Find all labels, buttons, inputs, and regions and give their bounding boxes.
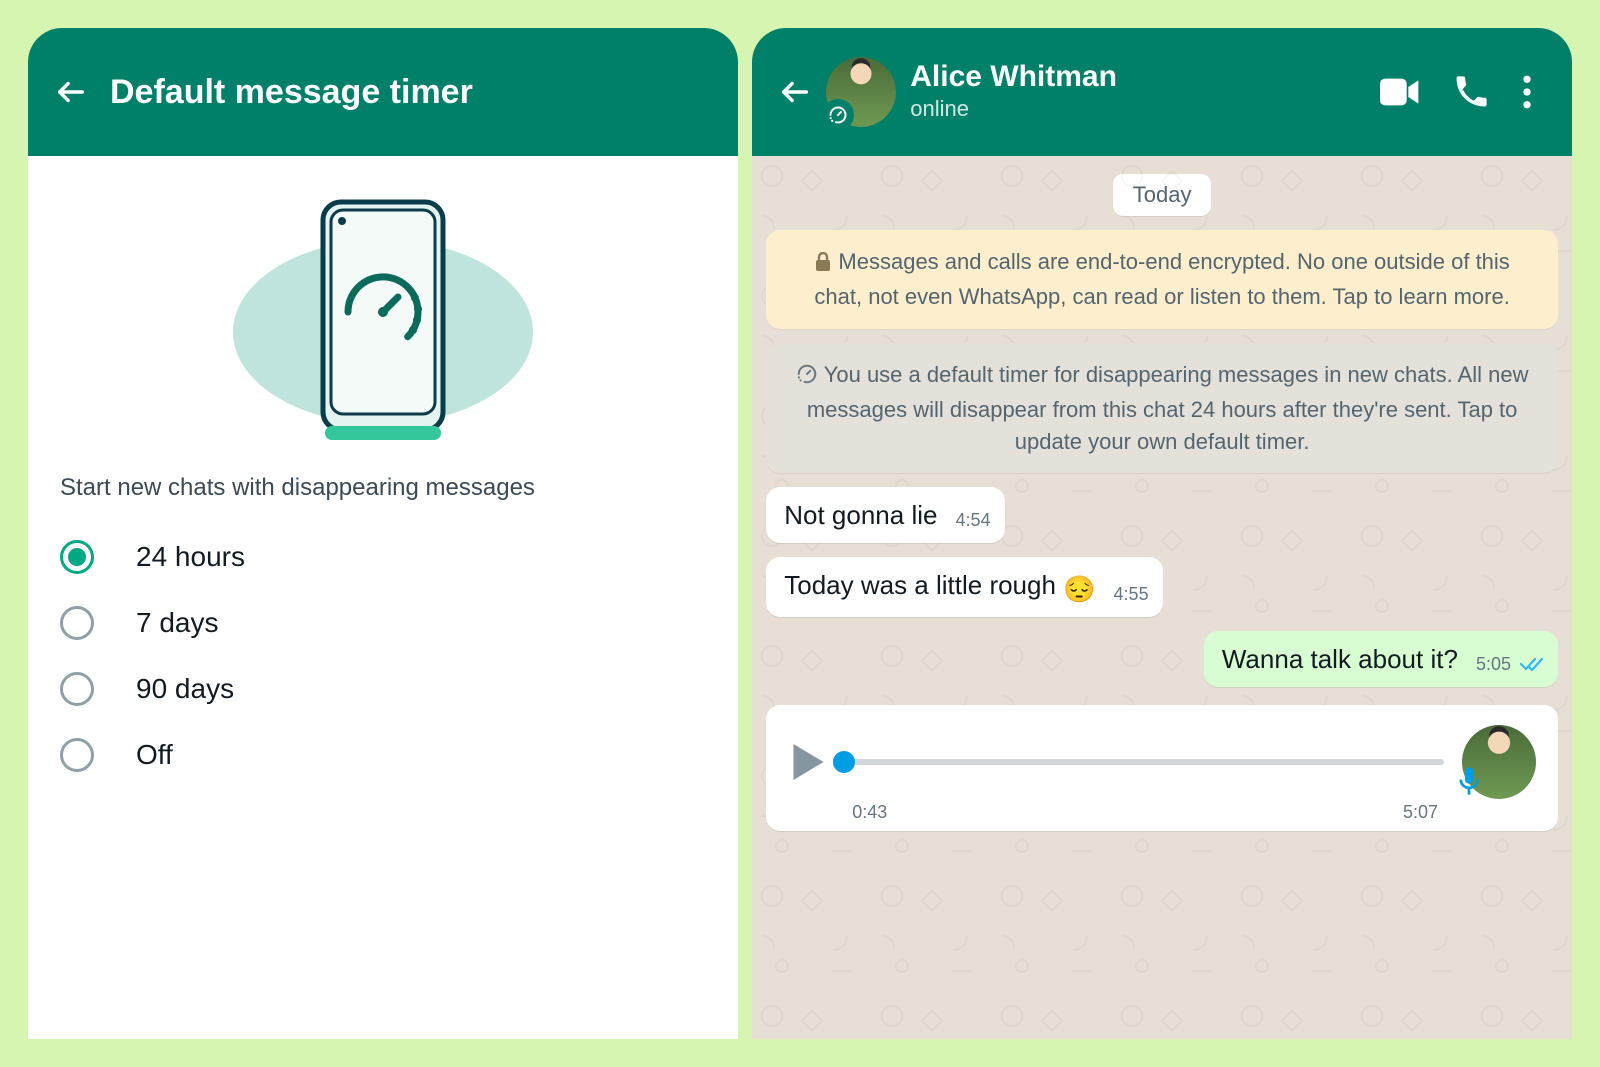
option-label: Off <box>136 739 173 771</box>
read-receipt-icon <box>1520 656 1544 672</box>
contact-info[interactable]: Alice Whitman online <box>910 62 1117 122</box>
settings-body: Start new chats with disappearing messag… <box>28 156 738 1039</box>
radio-indicator <box>60 540 94 574</box>
contact-name: Alice Whitman <box>910 62 1117 92</box>
voice-call-button[interactable] <box>1444 65 1498 119</box>
disappearing-timer-icon <box>822 99 854 131</box>
message-incoming[interactable]: Not gonna lie 4:54 <box>766 487 1558 543</box>
message-text: Today was a little rough 😔 <box>784 569 1095 607</box>
option-label: 90 days <box>136 673 234 705</box>
chat-body[interactable]: Today Messages and calls are end-to-end … <box>752 156 1572 1039</box>
message-text: Wanna talk about it? <box>1222 643 1458 677</box>
voice-elapsed: 0:43 <box>852 802 887 823</box>
radio-indicator <box>60 738 94 772</box>
message-time: 5:05 <box>1476 654 1544 677</box>
encryption-notice[interactable]: Messages and calls are end-to-end encryp… <box>766 230 1558 329</box>
voice-seek-track[interactable] <box>844 759 1444 765</box>
page-title: Default message timer <box>110 73 473 112</box>
message-time: 4:54 <box>955 510 990 533</box>
message-time: 4:55 <box>1114 584 1149 607</box>
timer-option-7-days[interactable]: 7 days <box>56 590 710 656</box>
radio-indicator <box>60 672 94 706</box>
video-call-button[interactable] <box>1370 67 1430 117</box>
voice-message[interactable]: 0:43 5:07 <box>766 705 1558 831</box>
contact-avatar[interactable] <box>826 57 896 127</box>
voice-sender-avatar <box>1462 725 1536 799</box>
option-label: 7 days <box>136 607 219 639</box>
disappearing-timer-notice[interactable]: You use a default timer for disappearing… <box>766 343 1558 474</box>
play-button[interactable] <box>788 741 826 783</box>
timer-option-24-hours[interactable]: 24 hours <box>56 524 710 590</box>
more-menu-button[interactable] <box>1512 65 1542 119</box>
message-outgoing[interactable]: Wanna talk about it? 5:05 <box>766 631 1558 687</box>
chat-header: Alice Whitman online <box>752 28 1572 156</box>
date-separator: Today <box>1113 174 1212 216</box>
chat-pane: Alice Whitman online Today <box>752 28 1572 1039</box>
back-button[interactable] <box>54 75 88 109</box>
timer-illustration <box>56 182 710 452</box>
message-text: Not gonna lie <box>784 499 937 533</box>
section-label: Start new chats with disappearing messag… <box>56 474 710 502</box>
message-incoming[interactable]: Today was a little rough 😔 4:55 <box>766 557 1558 617</box>
encryption-text: Messages and calls are end-to-end encryp… <box>814 249 1509 309</box>
timer-option-90-days[interactable]: 90 days <box>56 656 710 722</box>
back-button[interactable] <box>778 75 812 109</box>
contact-status: online <box>910 96 1117 122</box>
voice-total: 5:07 <box>1403 802 1438 823</box>
lock-icon <box>814 249 832 281</box>
timer-notice-text: You use a default timer for disappearing… <box>807 362 1529 454</box>
pensive-emoji: 😔 <box>1063 573 1095 607</box>
settings-header: Default message timer <box>28 28 738 156</box>
microphone-icon <box>1456 766 1482 801</box>
voice-seek-knob[interactable] <box>833 751 855 773</box>
radio-indicator <box>60 606 94 640</box>
timer-option-off[interactable]: Off <box>56 722 710 788</box>
option-label: 24 hours <box>136 541 245 573</box>
timer-icon <box>796 362 818 394</box>
settings-pane: Default message timer <box>28 28 738 1039</box>
